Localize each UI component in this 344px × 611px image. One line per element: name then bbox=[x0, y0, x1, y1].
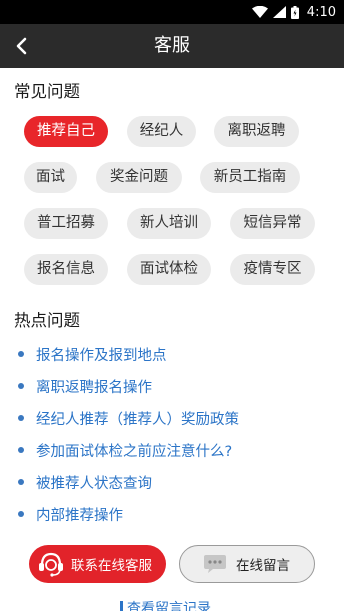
view-message-records-link[interactable]: 查看留言记录 bbox=[120, 601, 211, 611]
chip-worker-recruit[interactable]: 普工招募 bbox=[24, 208, 108, 239]
hot-question-item[interactable]: 离职返聘报名操作 bbox=[0, 373, 344, 399]
chip-broker[interactable]: 经纪人 bbox=[127, 116, 196, 147]
hot-question-text: 内部推荐操作 bbox=[36, 507, 123, 524]
bullet-dot bbox=[18, 479, 24, 485]
bullet-dot bbox=[18, 511, 24, 517]
online-message-label: 在线留言 bbox=[236, 558, 290, 574]
hot-question-item[interactable]: 报名操作及报到地点 bbox=[0, 341, 344, 367]
chip-bonus[interactable]: 奖金问题 bbox=[96, 162, 182, 193]
hot-question-item[interactable]: 被推荐人状态查询 bbox=[0, 469, 344, 495]
clock: 4:10 bbox=[306, 4, 336, 20]
contact-online-service-button[interactable]: 联系在线客服 bbox=[29, 545, 166, 583]
page-title: 客服 bbox=[154, 35, 190, 56]
status-icons: 4:10 bbox=[251, 0, 336, 24]
hot-question-text: 参加面试体检之前应注意什么? bbox=[36, 443, 233, 460]
chip-sms-issue[interactable]: 短信异常 bbox=[230, 208, 315, 239]
hot-question-item[interactable]: 参加面试体检之前应注意什么? bbox=[0, 437, 344, 463]
hot-question-text: 离职返聘报名操作 bbox=[36, 379, 152, 396]
bullet-dot bbox=[18, 415, 24, 421]
chip-epidemic-zone[interactable]: 疫情专区 bbox=[230, 254, 315, 285]
bullet-dot bbox=[18, 383, 24, 389]
headset-icon bbox=[39, 552, 63, 577]
contact-online-service-label: 联系在线客服 bbox=[71, 558, 152, 574]
bullet-dot bbox=[18, 447, 24, 453]
chat-bubble-icon bbox=[204, 555, 226, 573]
view-message-records-label: 查看留言记录 bbox=[127, 601, 211, 611]
hot-question-item[interactable]: 内部推荐操作 bbox=[0, 501, 344, 527]
chip-interview[interactable]: 面试 bbox=[24, 162, 77, 193]
app-bar: 客服 bbox=[0, 24, 344, 68]
signal-icon bbox=[272, 6, 286, 18]
wifi-icon bbox=[251, 6, 268, 18]
chip-recommend-self[interactable]: 推荐自己 bbox=[24, 116, 108, 147]
hot-question-text: 报名操作及报到地点 bbox=[36, 347, 167, 364]
hot-section-title: 热点问题 bbox=[14, 311, 80, 330]
chip-newcomer-training[interactable]: 新人培训 bbox=[127, 208, 211, 239]
chip-new-employee-guide[interactable]: 新员工指南 bbox=[200, 162, 300, 193]
status-bar: 4:10 bbox=[0, 0, 344, 24]
online-message-button[interactable]: 在线留言 bbox=[179, 545, 315, 583]
chip-signup-info[interactable]: 报名信息 bbox=[24, 254, 108, 285]
hot-question-text: 被推荐人状态查询 bbox=[36, 475, 152, 492]
faq-section-title: 常见问题 bbox=[14, 82, 80, 101]
link-marker bbox=[120, 601, 123, 611]
chip-rehire[interactable]: 离职返聘 bbox=[214, 116, 299, 147]
battery-icon bbox=[290, 5, 299, 19]
bullet-dot bbox=[18, 351, 24, 357]
chip-interview-medical[interactable]: 面试体检 bbox=[127, 254, 211, 285]
hot-question-text: 经纪人推荐（推荐人）奖励政策 bbox=[36, 411, 239, 428]
hot-question-item[interactable]: 经纪人推荐（推荐人）奖励政策 bbox=[0, 405, 344, 431]
